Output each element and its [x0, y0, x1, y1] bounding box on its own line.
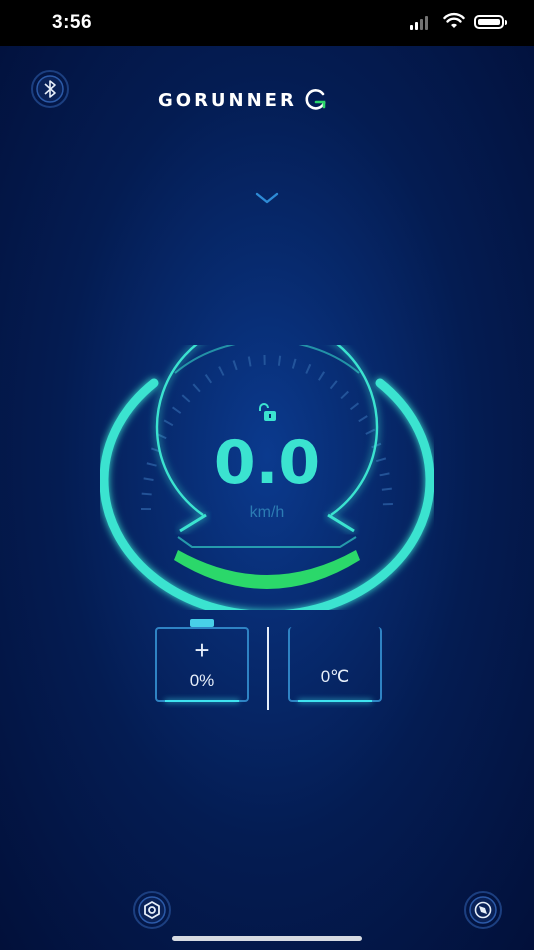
bluetooth-button[interactable]: [30, 69, 70, 109]
battery-status-icon: [474, 15, 507, 29]
battery-percent: 0%: [189, 671, 215, 690]
wifi-icon: [443, 12, 465, 28]
battery-card: + 0%: [155, 627, 249, 702]
unlock-icon: [259, 403, 276, 421]
cellular-signal-icon: [410, 16, 428, 30]
brand-name: GORUNNER: [158, 89, 297, 111]
speed-value: 0.0: [213, 428, 321, 498]
temperature-value: 0℃: [320, 667, 350, 686]
home-indicator[interactable]: [172, 936, 362, 941]
chevron-down-icon[interactable]: [254, 191, 280, 205]
settings-button[interactable]: [132, 890, 172, 930]
brand-logo: GORUNNER: [158, 88, 327, 112]
brand-g-logo-icon: [305, 89, 326, 110]
status-bar: 3:56: [0, 0, 534, 46]
battery-cap: [190, 619, 214, 627]
battery-plus-icon: +: [194, 635, 210, 665]
card-divider: [267, 627, 269, 710]
temperature-card-glow: [298, 700, 372, 702]
battery-card-glow: [165, 700, 239, 702]
temperature-card: 0℃: [288, 627, 382, 702]
speed-unit: km/h: [249, 504, 285, 521]
compass-button[interactable]: [463, 890, 503, 930]
status-time: 3:56: [52, 12, 93, 33]
